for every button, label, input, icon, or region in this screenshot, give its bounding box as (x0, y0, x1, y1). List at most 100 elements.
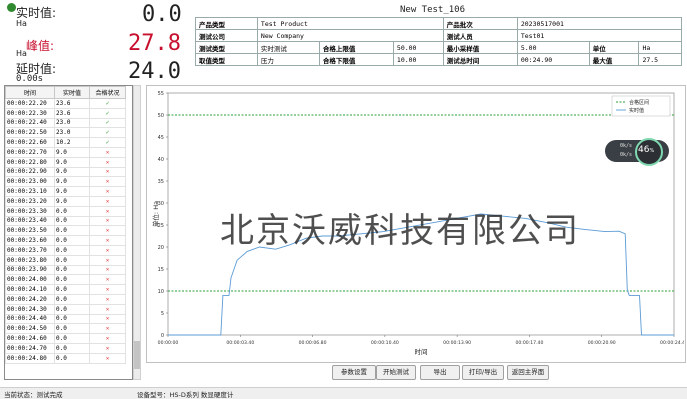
row-time: 00:00:24.60 (5, 333, 55, 344)
table-scrollbar[interactable] (133, 85, 141, 380)
row-status: ✕ (89, 323, 126, 335)
row-status: ✕ (89, 186, 126, 197)
legend-label: 实时值 (629, 107, 644, 114)
table-row[interactable]: 00:00:22.90 9.0 ✕ (5, 166, 126, 178)
table-row[interactable]: 00:00:22.20 23.6 ✓ (5, 98, 126, 109)
row-status: ✓ (89, 98, 126, 109)
row-status: ✓ (89, 117, 126, 129)
x-tick-label: 00:00:17.40 (515, 340, 543, 346)
row-time: 00:00:22.20 (5, 98, 55, 109)
row-time: 00:00:22.60 (5, 137, 55, 148)
row-time: 00:00:22.50 (5, 127, 55, 139)
row-status: ✕ (89, 235, 126, 246)
row-time: 00:00:23.80 (5, 254, 55, 266)
row-time: 00:00:23.90 (5, 264, 55, 276)
table-row[interactable]: 00:00:24.10 0.0 ✕ (5, 284, 126, 295)
row-status: ✓ (89, 107, 126, 119)
delay-time: 0.00s (16, 74, 44, 84)
x-tick-label: 00:00:03.40 (226, 340, 254, 346)
table-row[interactable]: 00:00:22.40 23.0 ✓ (5, 117, 126, 129)
table-row[interactable]: 00:00:22.80 9.0 ✕ (5, 156, 126, 168)
info-value: Test01 (516, 29, 683, 42)
table-row[interactable]: 00:00:24.50 0.0 ✕ (5, 323, 126, 335)
table-row[interactable]: 00:00:24.70 0.0 ✕ (5, 342, 126, 354)
row-status: ✕ (89, 333, 126, 344)
row-status: ✕ (89, 264, 126, 276)
row-status: ✕ (89, 293, 126, 305)
info-value: 50.00 (392, 41, 444, 54)
measurement-table[interactable]: 时间 实时值 合格状况 00:00:22.20 23.6 ✓ 00:00:22.30 2… (4, 85, 133, 380)
row-time: 00:00:23.20 (5, 195, 55, 207)
table-row[interactable]: 00:00:22.70 9.0 ✕ (5, 146, 126, 158)
test-info-table: 产品类型 Test Product 产品批次 20230517001 测试公司 … (195, 17, 683, 66)
info-value: New Company (256, 29, 444, 42)
table-row[interactable]: 00:00:22.50 23.0 ✓ (5, 127, 126, 139)
row-status: ✓ (89, 137, 126, 148)
row-time: 00:00:23.50 (5, 225, 55, 237)
row-value: 0.0 (54, 352, 90, 364)
table-row[interactable]: 00:00:24.80 0.0 ✕ (5, 352, 126, 364)
row-status: ✕ (89, 342, 126, 354)
table-row[interactable]: 00:00:24.40 0.0 ✕ (5, 313, 126, 325)
row-status: ✕ (89, 303, 126, 315)
table-row[interactable]: 00:00:23.60 0.0 ✕ (5, 235, 126, 246)
table-row[interactable]: 00:00:23.80 0.0 ✕ (5, 254, 126, 266)
row-value: 0.0 (54, 293, 90, 305)
info-value: Ha (638, 41, 682, 54)
table-row[interactable]: 00:00:24.20 0.0 ✕ (5, 293, 126, 305)
row-time: 00:00:23.10 (5, 186, 55, 197)
row-status: ✕ (89, 225, 126, 237)
print-export-button[interactable]: 打印/导出 (462, 365, 504, 380)
row-time: 00:00:24.40 (5, 313, 55, 325)
parameter-settings-button[interactable]: 参数设置 (332, 365, 376, 380)
row-time: 00:00:23.30 (5, 205, 55, 217)
row-time: 00:00:22.90 (5, 166, 55, 178)
row-time: 00:00:24.30 (5, 303, 55, 315)
table-row[interactable]: 00:00:23.00 9.0 ✕ (5, 176, 126, 188)
row-status: ✓ (89, 127, 126, 139)
table-row[interactable]: 00:00:23.40 0.0 ✕ (5, 215, 126, 227)
return-main-button[interactable]: 返回主界面 (507, 365, 549, 380)
table-row[interactable]: 00:00:24.60 0.0 ✕ (5, 333, 126, 344)
scrollbar-thumb[interactable] (134, 341, 140, 369)
info-value: 20230517001 (516, 17, 683, 30)
gauge-percent-number: 46 (638, 145, 650, 155)
table-row[interactable]: 00:00:23.30 0.0 ✕ (5, 205, 126, 217)
info-label: 取值类型 (195, 53, 258, 66)
x-tick-label: 00:00:06.80 (299, 340, 327, 346)
row-value: 0.0 (54, 274, 90, 286)
table-row[interactable]: 00:00:24.00 0.0 ✕ (5, 274, 126, 286)
export-button[interactable]: 导出 (420, 365, 460, 380)
row-value: 9.0 (54, 166, 90, 178)
row-time: 00:00:23.00 (5, 176, 55, 188)
table-row[interactable]: 00:00:23.90 0.0 ✕ (5, 264, 126, 276)
table-row[interactable]: 00:00:23.10 9.0 ✕ (5, 186, 126, 197)
column-header: 实时值 (54, 86, 90, 99)
start-test-button[interactable]: 开始测试 (376, 365, 416, 380)
row-value: 0.0 (54, 225, 90, 237)
info-label: 测试人员 (442, 29, 518, 42)
row-value: 23.0 (54, 127, 90, 139)
row-time: 00:00:24.50 (5, 323, 55, 335)
table-row[interactable]: 00:00:22.30 23.6 ✓ (5, 107, 126, 119)
row-time: 00:00:22.30 (5, 107, 55, 119)
y-tick-label: 35 (158, 179, 164, 185)
row-value: 0.0 (54, 264, 90, 276)
table-row[interactable]: 00:00:23.70 0.0 ✕ (5, 244, 126, 256)
info-value: 27.5 (638, 53, 682, 66)
peak-value: 27.8 (128, 31, 181, 56)
y-tick-label: 50 (158, 113, 164, 119)
row-status: ✕ (89, 284, 126, 295)
info-value: 00:24.90 (516, 53, 590, 66)
y-tick-label: 45 (158, 135, 164, 141)
row-value: 9.0 (54, 176, 90, 188)
table-row[interactable]: 00:00:23.20 9.0 ✕ (5, 195, 126, 207)
table-row[interactable]: 00:00:22.60 10.2 ✓ (5, 137, 126, 148)
row-status: ✕ (89, 176, 126, 188)
realtime-value: 0.0 (142, 2, 182, 27)
table-row[interactable]: 00:00:24.30 0.0 ✕ (5, 303, 126, 315)
table-row[interactable]: 00:00:23.50 0.0 ✕ (5, 225, 126, 237)
info-label: 测试类型 (195, 41, 258, 54)
row-value: 23.6 (54, 98, 90, 109)
row-time: 00:00:22.40 (5, 117, 55, 129)
